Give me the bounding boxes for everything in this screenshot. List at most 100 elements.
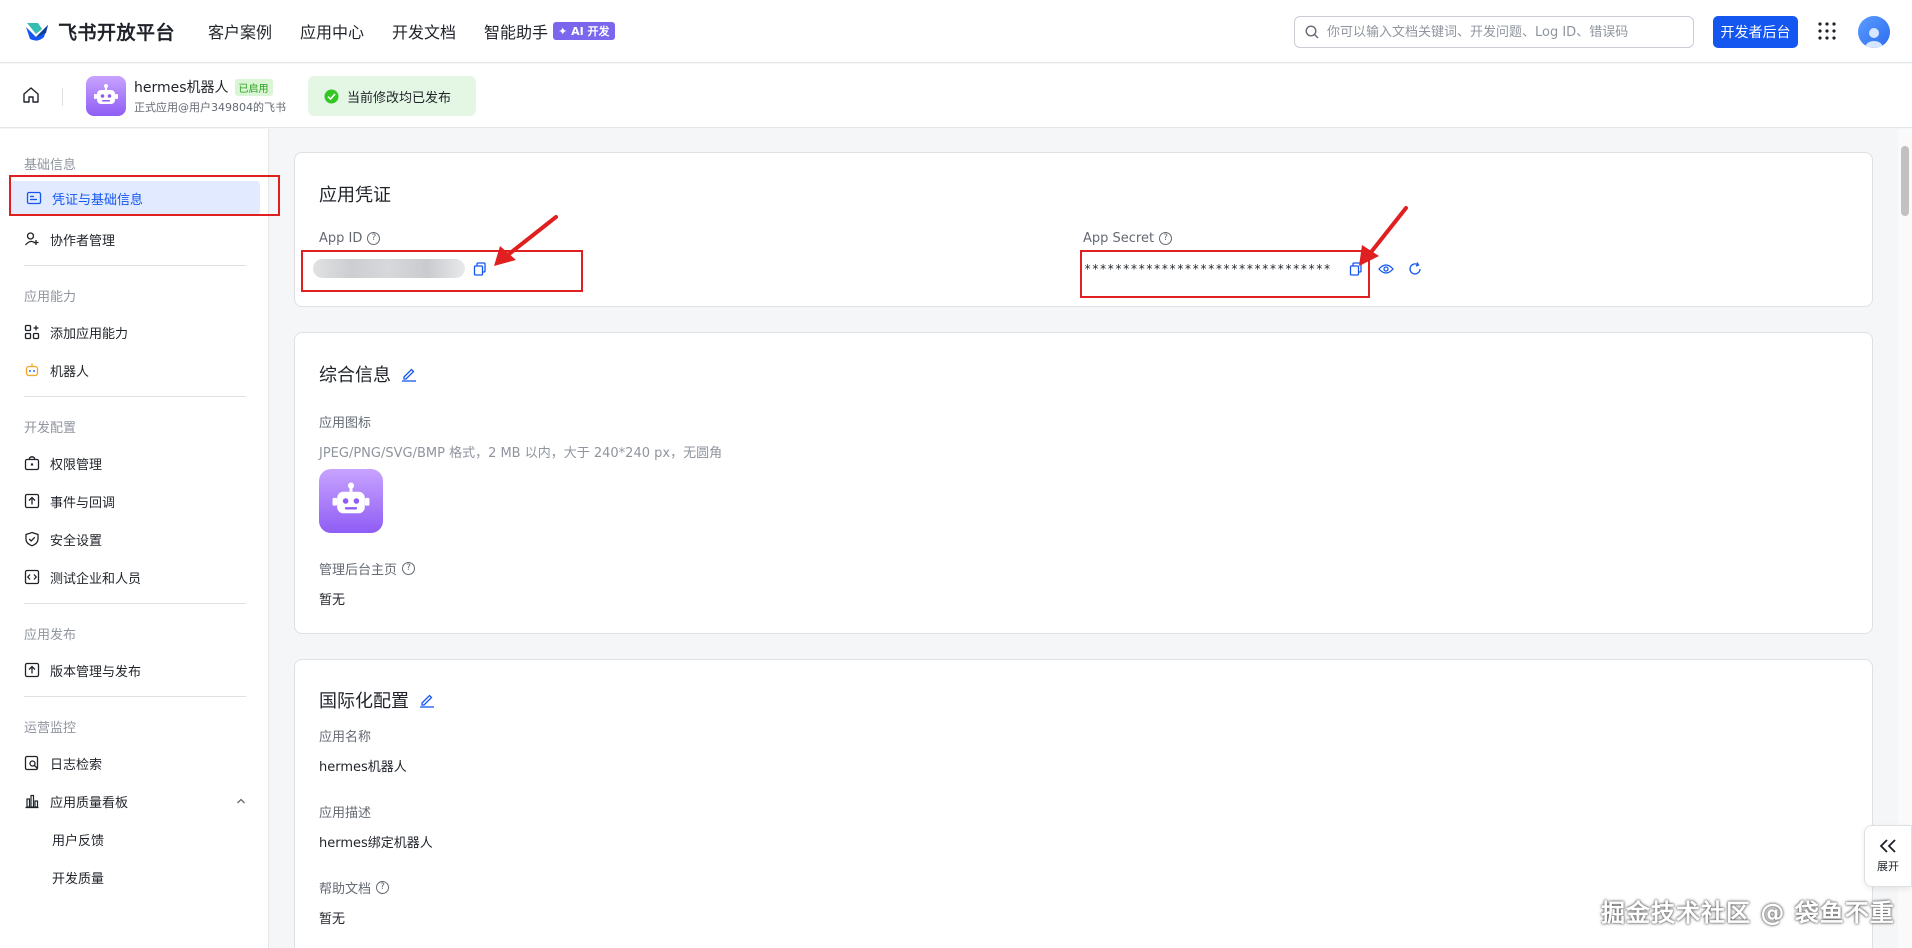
robot-icon xyxy=(332,482,370,514)
bar-chart-icon xyxy=(25,794,39,809)
search-icon xyxy=(1305,25,1319,39)
admin-home-label-text: 管理后台主页 xyxy=(319,563,398,578)
sidebar-item-test-users[interactable]: 测试企业和人员 xyxy=(24,567,141,587)
app-name-value: hermes机器人 xyxy=(319,760,407,775)
annotation-arrow-icon xyxy=(1359,206,1408,266)
app-header-bar: hermes机器人 已启用 正式应用@用户349804的飞书 当前修改均已发布 xyxy=(0,64,1912,128)
watermark: 掘金技术社区 @ 袋鱼不重 xyxy=(1601,899,1895,927)
publish-status-text: 当前修改均已发布 xyxy=(347,90,452,106)
sidebar-divider xyxy=(24,696,246,697)
help-icon[interactable]: ? xyxy=(1159,232,1173,245)
general-info-title-text: 综合信息 xyxy=(319,365,391,386)
sidebar-item-label: 权限管理 xyxy=(50,457,103,473)
app-secret-label-text: App Secret xyxy=(1083,231,1155,246)
top-nav: 客户案例 应用中心 开发文档 智能助手 ✦ AI 开发 xyxy=(208,19,615,43)
expand-label: 展开 xyxy=(1877,860,1899,873)
sidebar-item-label: 应用质量看板 xyxy=(50,795,129,811)
home-icon[interactable] xyxy=(22,86,40,104)
app-desc-value: hermes绑定机器人 xyxy=(319,836,433,851)
admin-home-label: 管理后台主页 ? xyxy=(319,559,416,578)
sidebar-item-collaborators[interactable]: 协作者管理 xyxy=(24,229,115,249)
sidebar-item-label: 安全设置 xyxy=(50,533,103,549)
publish-status-banner: 当前修改均已发布 xyxy=(308,76,476,116)
help-icon[interactable]: ? xyxy=(402,562,416,575)
app-secret-label: App Secret ? xyxy=(1083,231,1173,246)
nav-dev-docs[interactable]: 开发文档 xyxy=(392,19,456,43)
nav-app-center[interactable]: 应用中心 xyxy=(300,19,364,43)
apps-grid-icon[interactable] xyxy=(1818,22,1836,40)
sidebar: 基础信息 凭证与基础信息 协作者管理 应用能力 添加应用能力 机器人 开发配置 … xyxy=(0,129,269,948)
nav-ai-assistant[interactable]: 智能助手 ✦ AI 开发 xyxy=(484,19,615,43)
sidebar-item-security[interactable]: 安全设置 xyxy=(24,529,102,549)
app-icon-label: 应用图标 xyxy=(319,416,372,431)
sidebar-item-dev-quality[interactable]: 开发质量 xyxy=(52,867,104,887)
ai-dev-badge: ✦ AI 开发 xyxy=(553,22,615,40)
sidebar-item-label: 协作者管理 xyxy=(50,233,116,249)
help-icon[interactable]: ? xyxy=(376,881,390,894)
sidebar-group-basic: 基础信息 xyxy=(24,158,77,173)
sidebar-item-label: 版本管理与发布 xyxy=(50,664,142,680)
developer-console-button[interactable]: 开发者后台 xyxy=(1713,16,1798,48)
sidebar-item-logs[interactable]: 日志检索 xyxy=(24,753,102,773)
app-desc-label: 应用描述 xyxy=(319,806,372,821)
i18n-title: 国际化配置 xyxy=(319,687,435,713)
chevron-up-icon[interactable] xyxy=(236,796,246,806)
help-doc-label-text: 帮助文档 xyxy=(319,882,372,897)
sidebar-group-release: 应用发布 xyxy=(24,628,77,643)
annotation-arrow-icon xyxy=(494,215,558,266)
sidebar-divider xyxy=(24,396,246,397)
sidebar-item-permissions[interactable]: 权限管理 xyxy=(24,453,102,473)
app-name: hermes机器人 已启用 xyxy=(134,77,273,97)
search-input[interactable] xyxy=(1327,24,1667,40)
general-info-title: 综合信息 xyxy=(319,361,417,387)
app-icon xyxy=(86,76,126,116)
sidebar-item-label: 机器人 xyxy=(50,364,90,380)
page-scrollbar-thumb[interactable] xyxy=(1901,146,1909,216)
app-icon-large[interactable] xyxy=(319,469,383,533)
sidebar-item-label: 测试企业和人员 xyxy=(50,571,142,587)
app-name-label: 应用名称 xyxy=(319,730,372,745)
log-search-icon xyxy=(24,755,39,771)
search-box[interactable] xyxy=(1294,16,1694,48)
upload-box-icon xyxy=(24,662,40,678)
sidebar-item-versions[interactable]: 版本管理与发布 xyxy=(24,660,141,680)
sidebar-item-label: 添加应用能力 xyxy=(50,326,129,342)
credentials-title: 应用凭证 xyxy=(319,185,391,206)
sidebar-item-quality-board[interactable]: 应用质量看板 xyxy=(24,791,246,811)
robot-icon xyxy=(25,363,39,377)
nav-customer-cases[interactable]: 客户案例 xyxy=(208,19,272,43)
expand-panel-button[interactable]: 展开 xyxy=(1864,825,1912,887)
help-icon[interactable]: ? xyxy=(367,232,381,245)
feishu-logo[interactable]: 飞书开放平台 xyxy=(24,18,175,45)
annotation-box-app-secret xyxy=(1080,250,1370,298)
app-id-label-text: App ID xyxy=(319,231,363,246)
app-id-label: App ID ? xyxy=(319,231,381,246)
edit-icon[interactable] xyxy=(419,692,435,708)
check-circle-icon xyxy=(324,89,339,103)
sidebar-item-label: 用户反馈 xyxy=(52,833,105,849)
upload-box-icon xyxy=(24,493,40,509)
shield-icon xyxy=(25,531,39,547)
app-name-text: hermes机器人 xyxy=(134,80,229,96)
help-doc-label: 帮助文档 ? xyxy=(319,878,390,897)
i18n-title-text: 国际化配置 xyxy=(319,691,409,712)
sidebar-item-user-feedback[interactable]: 用户反馈 xyxy=(52,829,104,849)
general-info-card: 综合信息 应用图标 JPEG/PNG/SVG/BMP 格式，2 MB 以内，大于… xyxy=(294,332,1873,634)
sidebar-item-label: 开发质量 xyxy=(52,871,105,887)
sidebar-item-add-capability[interactable]: 添加应用能力 xyxy=(24,322,128,342)
sidebar-divider xyxy=(24,603,246,604)
status-badge: 已启用 xyxy=(234,78,273,96)
sidebar-group-capabilities: 应用能力 xyxy=(24,290,77,305)
user-silhouette-icon xyxy=(1865,28,1883,48)
app-icon-hint: JPEG/PNG/SVG/BMP 格式，2 MB 以内，大于 240*240 p… xyxy=(319,446,723,461)
app-subtitle: 正式应用@用户349804的飞书 xyxy=(134,101,286,114)
code-box-icon xyxy=(24,569,40,585)
sidebar-item-events[interactable]: 事件与回调 xyxy=(24,491,115,511)
sidebar-group-dev-config: 开发配置 xyxy=(24,421,77,436)
edit-icon[interactable] xyxy=(401,366,417,382)
sidebar-group-monitoring: 运营监控 xyxy=(24,721,77,736)
sidebar-item-robot[interactable]: 机器人 xyxy=(24,360,89,380)
user-avatar[interactable] xyxy=(1858,16,1890,48)
apps-add-icon xyxy=(24,324,40,340)
double-chevron-left-icon xyxy=(1879,839,1896,853)
